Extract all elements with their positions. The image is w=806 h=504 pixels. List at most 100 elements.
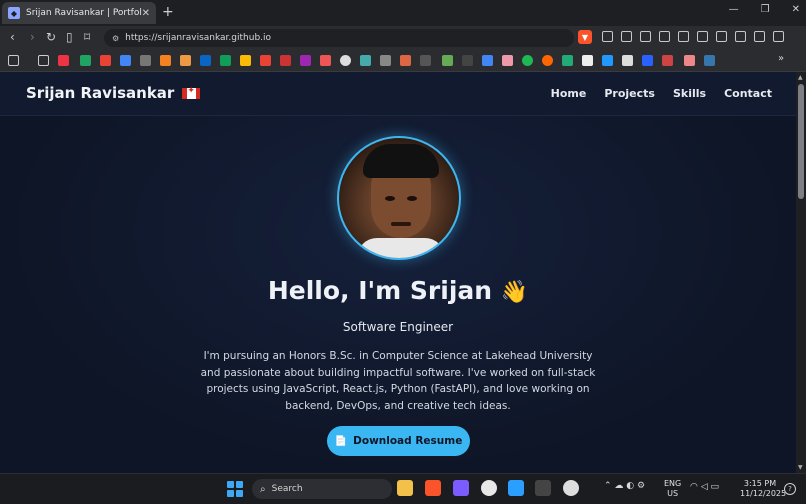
bookmark-icon[interactable] — [120, 55, 131, 66]
site-brand[interactable]: Srijan Ravisankar — [26, 84, 201, 102]
bookmark-icon[interactable] — [380, 55, 391, 66]
tray-icons[interactable]: ⌃ ☁ ◐ ⚙ — [604, 481, 645, 491]
vscode-icon[interactable] — [508, 480, 524, 496]
url-text: https://srijanravisankar.github.io — [125, 33, 272, 43]
gmail-icon[interactable] — [260, 55, 271, 66]
window-controls: — ❐ ✕ — [729, 4, 800, 15]
nav-link-projects[interactable]: Projects — [604, 87, 655, 100]
bookmark-icon[interactable] — [562, 55, 573, 66]
site-favicon-icon: ◆ — [8, 7, 20, 19]
address-bar[interactable]: ⚙ https://srijanravisankar.github.io — [104, 29, 574, 47]
extension-icon[interactable] — [602, 31, 613, 42]
back-icon[interactable]: ‹ — [10, 30, 15, 44]
new-tab-button[interactable]: + — [162, 4, 174, 20]
bookmark-icon[interactable] — [420, 55, 431, 66]
bookmark-icon[interactable] — [300, 55, 311, 66]
minimize-icon[interactable]: — — [729, 4, 739, 15]
bookmark-icon[interactable] — [320, 55, 331, 66]
windows-start-icon[interactable] — [227, 481, 243, 497]
menu-icon[interactable] — [773, 31, 784, 42]
search-placeholder: Search — [271, 484, 303, 494]
bookmark-icon[interactable] — [684, 55, 695, 66]
extension-icon[interactable] — [697, 31, 708, 42]
extension-icon[interactable] — [659, 31, 670, 42]
site-info-icon[interactable]: ⚙ — [112, 34, 119, 43]
folder-icon[interactable] — [38, 55, 49, 66]
page-scrollbar[interactable]: ▲ ▼ — [796, 72, 806, 473]
scroll-down-icon[interactable]: ▼ — [798, 464, 803, 471]
download-resume-button[interactable]: 📄 Download Resume — [327, 426, 470, 456]
bookmark-icon[interactable] — [482, 55, 493, 66]
brave-shields-icon[interactable]: ▼ — [578, 30, 592, 44]
download-icon[interactable] — [716, 31, 727, 42]
sheets-icon[interactable] — [220, 55, 231, 66]
file-explorer-icon[interactable] — [397, 480, 413, 496]
hero-bio: I'm pursuing an Honors B.Sc. in Computer… — [200, 350, 596, 412]
gmail-icon[interactable] — [100, 55, 111, 66]
bookmark-icon[interactable] — [58, 55, 69, 66]
nav-link-home[interactable]: Home — [551, 87, 587, 100]
taskbar-clock[interactable]: 3:15 PM 11/12/2025 — [740, 479, 786, 499]
bookmark-icon[interactable] — [180, 55, 191, 66]
hero-role: Software Engineer — [342, 320, 454, 334]
close-window-icon[interactable]: ✕ — [792, 4, 800, 15]
github-icon[interactable] — [340, 55, 351, 66]
bookmark-icon[interactable] — [240, 55, 251, 66]
resume-label: Download Resume — [353, 435, 463, 447]
extension-icon[interactable] — [678, 31, 689, 42]
bookmark-icon[interactable] — [542, 55, 553, 66]
tab-close-icon[interactable]: ✕ — [142, 8, 150, 19]
canada-flag-icon — [182, 86, 201, 99]
bookmark-icon[interactable] — [502, 55, 513, 66]
bookmark-icon[interactable] — [400, 55, 411, 66]
extension-icon[interactable] — [640, 31, 651, 42]
leo-icon[interactable] — [754, 31, 765, 42]
nav-links: Home Projects Skills Contact — [551, 87, 772, 100]
bookmark-icon[interactable]: ⌑ — [84, 30, 90, 44]
restore-icon[interactable]: ❐ — [761, 4, 770, 15]
input-language[interactable]: ENG US — [664, 479, 681, 499]
nav-link-contact[interactable]: Contact — [724, 87, 772, 100]
site-navbar: Srijan Ravisankar Home Projects Skills C… — [0, 72, 796, 116]
spotify-icon[interactable] — [522, 55, 533, 66]
brave-browser-icon[interactable] — [425, 480, 441, 496]
python-icon[interactable] — [704, 55, 715, 66]
reload-icon[interactable]: ↻ — [46, 30, 56, 44]
sidebar-icon[interactable]: ▯ — [66, 30, 73, 44]
x-icon[interactable] — [622, 55, 633, 66]
forward-icon[interactable]: › — [30, 30, 35, 44]
brand-name: Srijan Ravisankar — [26, 84, 175, 102]
amazon-icon[interactable] — [582, 55, 593, 66]
bookmarks-overflow-icon[interactable]: » — [778, 53, 784, 64]
bookmark-icon[interactable] — [280, 55, 291, 66]
linux-icon[interactable] — [481, 480, 497, 496]
tab-title: Srijan Ravisankar | Portfolio — [26, 8, 142, 18]
wifi-volume-battery-icons[interactable]: ◠ ◁ ▭ — [690, 482, 719, 492]
bookmark-icon[interactable] — [140, 55, 151, 66]
bookmark-icon[interactable] — [662, 55, 673, 66]
bookmark-icon[interactable] — [462, 55, 473, 66]
scroll-up-icon[interactable]: ▲ — [798, 74, 803, 81]
linkedin-icon[interactable] — [200, 55, 211, 66]
bookmark-icon[interactable] — [642, 55, 653, 66]
greeting-text: Hello, I'm Srijan — [267, 276, 493, 305]
bookmark-icon[interactable] — [442, 55, 453, 66]
notification-icon[interactable]: ? — [784, 483, 796, 495]
app-icon[interactable] — [563, 480, 579, 496]
apps-grid-icon[interactable] — [8, 55, 19, 66]
nav-link-skills[interactable]: Skills — [673, 87, 706, 100]
extension-icon[interactable] — [621, 31, 632, 42]
sidebar-toggle-icon[interactable] — [735, 31, 746, 42]
terminal-icon[interactable] — [535, 480, 551, 496]
browser-tab[interactable]: ◆ Srijan Ravisankar | Portfolio ✕ — [2, 2, 156, 24]
taskbar-search[interactable]: ⌕ Search — [252, 479, 392, 499]
drive-icon[interactable] — [80, 55, 91, 66]
search-icon: ⌕ — [260, 483, 266, 495]
bookmark-icon[interactable] — [160, 55, 171, 66]
bookmark-icon[interactable] — [360, 55, 371, 66]
scrollbar-thumb[interactable] — [798, 84, 804, 199]
document-icon: 📄 — [334, 435, 348, 447]
bookmark-icon[interactable] — [602, 55, 613, 66]
hero-greeting: Hello, I'm Srijan 👋 — [0, 276, 796, 305]
intellij-icon[interactable] — [453, 480, 469, 496]
